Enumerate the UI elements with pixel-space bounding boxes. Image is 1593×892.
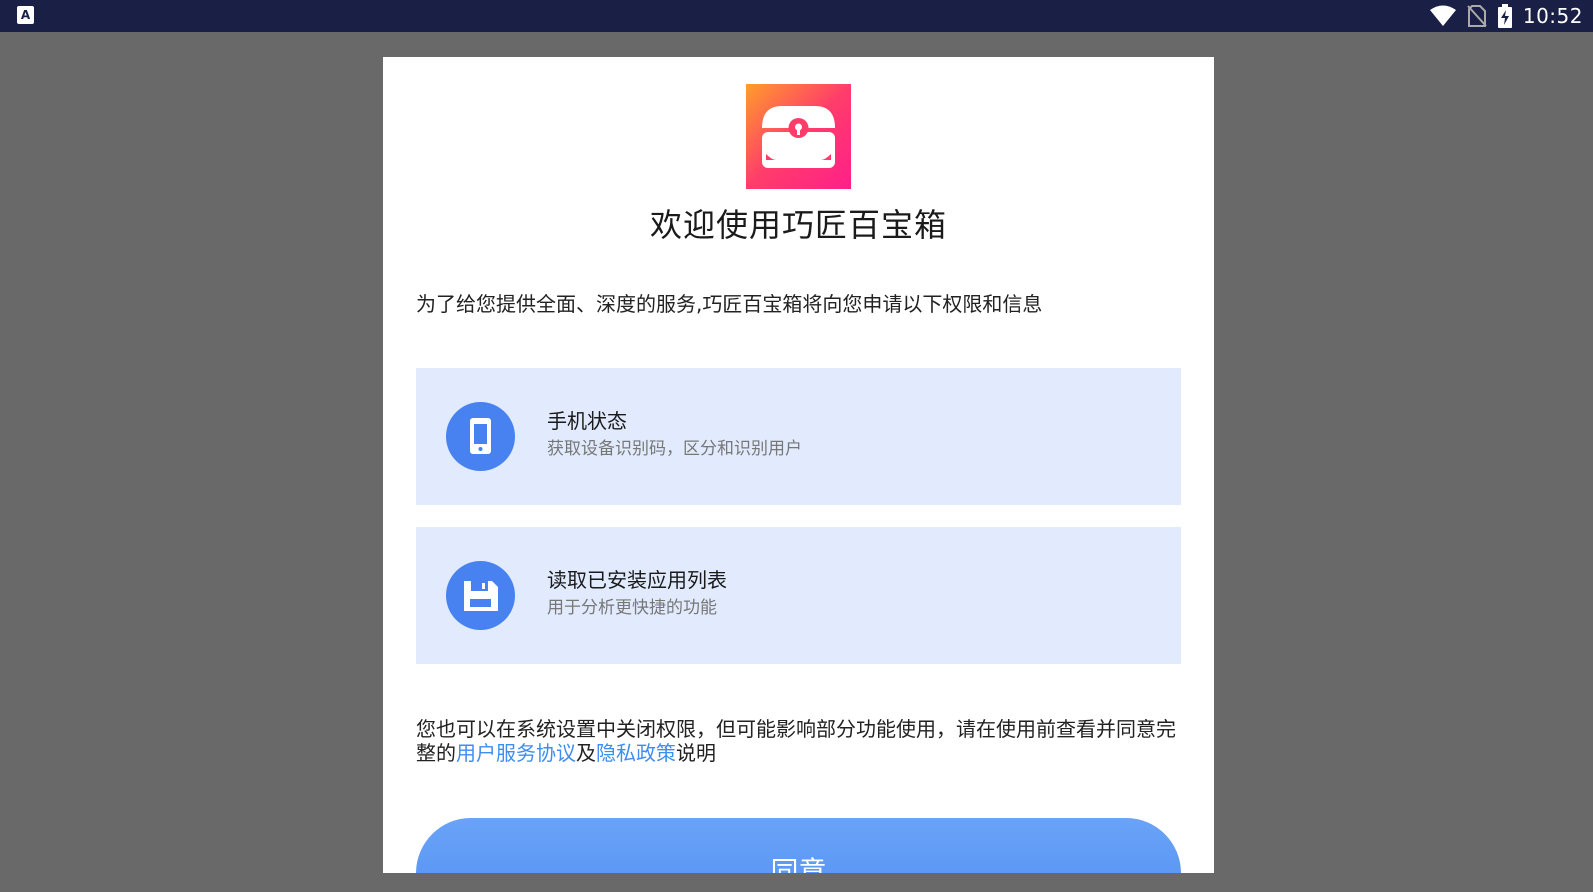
agree-button[interactable]: 同意 <box>416 818 1181 873</box>
no-sim-icon <box>1467 5 1487 27</box>
status-icons: 10:52 <box>1429 0 1583 32</box>
clock: 10:52 <box>1522 4 1583 28</box>
permission-item-installed-apps: 读取已安装应用列表 用于分析更快捷的功能 <box>416 527 1181 664</box>
permission-dialog: 欢迎使用巧匠百宝箱 为了给您提供全面、深度的服务,巧匠百宝箱将向您申请以下权限和… <box>383 57 1214 873</box>
wifi-icon <box>1429 5 1456 26</box>
permission-title: 读取已安装应用列表 <box>547 568 727 592</box>
notice-suffix: 说明 <box>676 741 716 765</box>
privacy-policy-link[interactable]: 隐私政策 <box>596 741 676 765</box>
phone-icon <box>446 402 515 471</box>
permission-title: 手机状态 <box>547 409 627 433</box>
permission-desc: 获取设备识别码，区分和识别用户 <box>547 439 802 459</box>
save-icon <box>446 561 515 630</box>
permission-item-phone-state: 手机状态 获取设备识别码，区分和识别用户 <box>416 368 1181 505</box>
dialog-title: 欢迎使用巧匠百宝箱 <box>649 206 947 244</box>
agree-button-label: 同意 <box>770 855 827 873</box>
intro-text: 为了给您提供全面、深度的服务,巧匠百宝箱将向您申请以下权限和信息 <box>416 292 1043 316</box>
notice-text: 您也可以在系统设置中关闭权限，但可能影响部分功能使用，请在使用前查看并同意完整的… <box>416 717 1186 765</box>
treasure-chest-icon <box>746 84 851 189</box>
battery-charging-icon <box>1497 4 1512 28</box>
user-agreement-link[interactable]: 用户服务协议 <box>456 741 576 765</box>
status-bar: A 10:52 <box>0 0 1593 32</box>
app-notification-icon: A <box>17 6 34 24</box>
permission-desc: 用于分析更快捷的功能 <box>547 598 717 618</box>
notice-middle: 及 <box>576 741 596 765</box>
